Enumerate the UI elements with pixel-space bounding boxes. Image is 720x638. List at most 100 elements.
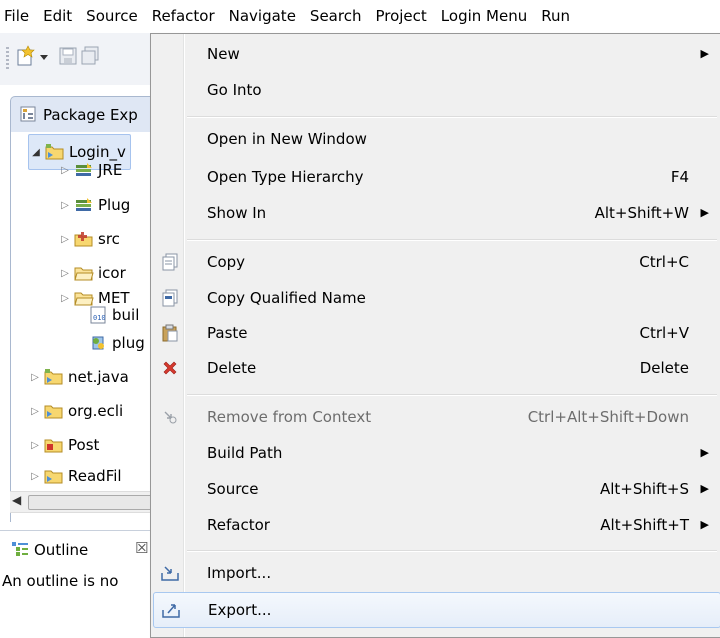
plugin-file-icon xyxy=(92,336,104,350)
tree-item-label: Post xyxy=(68,436,100,454)
menu-bar: File Edit Source Refactor Navigate Searc… xyxy=(0,0,720,32)
menu-item-shortcut: Ctrl+V xyxy=(639,324,689,342)
tree-item-project-readfile[interactable]: ▷ ReadFil xyxy=(28,459,121,493)
tree-item-project-net[interactable]: ▷ net.java xyxy=(28,360,129,394)
project-icon xyxy=(44,405,63,419)
toolbar-grip[interactable] xyxy=(6,47,9,69)
tab-package-explorer-label: Package Exp xyxy=(43,106,138,124)
tree-item-project-post[interactable]: ▷ Post xyxy=(28,428,99,462)
menu-item-label: Build Path xyxy=(207,444,283,462)
menu-navigate[interactable]: Navigate xyxy=(222,0,303,32)
source-folder-icon xyxy=(74,232,93,247)
close-icon[interactable]: ☒ xyxy=(135,539,148,557)
menu-item-label: Copy Qualified Name xyxy=(207,289,366,307)
tree-item-plugin-deps[interactable]: ▷ Plug xyxy=(58,188,130,222)
menu-item-import[interactable]: Import... xyxy=(153,556,719,590)
paste-icon xyxy=(162,324,178,342)
menu-refactor[interactable]: Refactor xyxy=(145,0,222,32)
chevron-down-icon[interactable] xyxy=(38,45,50,67)
menu-item-label: Import... xyxy=(207,564,272,582)
tab-outline[interactable]: Outline ☒ xyxy=(0,530,160,567)
delete-icon xyxy=(163,361,177,375)
save-icon[interactable] xyxy=(58,45,78,67)
menu-edit[interactable]: Edit xyxy=(36,0,79,32)
tree-item-src[interactable]: ▷ src xyxy=(58,222,120,256)
menu-item-label: Refactor xyxy=(207,516,270,534)
menu-item-open-in-new-window[interactable]: Open in New Window xyxy=(153,122,719,156)
svg-text:010: 010 xyxy=(93,314,106,322)
tab-package-explorer[interactable]: Package Exp xyxy=(10,96,162,133)
menu-separator xyxy=(187,116,717,118)
project-icon xyxy=(44,439,63,453)
menu-item-copy[interactable]: Copy Ctrl+C xyxy=(153,245,719,279)
menu-item-label: Copy xyxy=(207,253,246,271)
menu-item-shortcut: Alt+Shift+S xyxy=(599,480,689,498)
menu-item-source[interactable]: Source Alt+Shift+S ▶ xyxy=(153,472,719,506)
horizontal-scrollbar[interactable]: ◀ xyxy=(10,491,170,513)
outline-empty-message: An outline is no xyxy=(2,572,119,590)
menu-item-export[interactable]: Export... xyxy=(153,592,720,628)
import-icon xyxy=(161,566,179,581)
menu-item-label: Paste xyxy=(207,324,248,342)
tree-item-label: icor xyxy=(98,264,126,282)
menu-item-label: New xyxy=(207,45,240,63)
menu-item-label: Open in New Window xyxy=(207,130,367,148)
outline-icon xyxy=(12,542,28,556)
menu-separator xyxy=(187,239,717,241)
library-icon xyxy=(76,198,92,211)
menu-item-remove-from-context[interactable]: Remove from Context Ctrl+Alt+Shift+Down xyxy=(153,400,719,434)
menu-item-label: Go Into xyxy=(207,81,262,99)
tree-item-jre[interactable]: ▷ JRE xyxy=(58,153,122,187)
menu-item-delete[interactable]: Delete Delete xyxy=(153,351,719,385)
menu-item-paste[interactable]: Paste Ctrl+V xyxy=(153,316,719,350)
submenu-arrow-icon: ▶ xyxy=(700,47,709,60)
collapsed-twisty-icon[interactable]: ▷ xyxy=(58,268,72,279)
collapsed-twisty-icon[interactable]: ▷ xyxy=(28,372,42,383)
scroll-left-icon[interactable]: ◀ xyxy=(12,493,21,507)
expanded-twisty-icon[interactable]: ◢ xyxy=(29,147,43,158)
menu-item-show-in[interactable]: Show In Alt+Shift+W ▶ xyxy=(153,196,719,230)
menu-item-go-into[interactable]: Go Into xyxy=(153,73,719,107)
menu-search[interactable]: Search xyxy=(303,0,369,32)
menu-item-shortcut: Ctrl+C xyxy=(639,253,689,271)
menu-item-label: Export... xyxy=(208,601,272,619)
menu-item-shortcut: Alt+Shift+T xyxy=(600,516,689,534)
menu-separator xyxy=(187,394,717,396)
menu-run[interactable]: Run xyxy=(534,0,577,32)
tab-outline-label: Outline xyxy=(34,541,89,559)
collapsed-twisty-icon[interactable]: ▷ xyxy=(28,471,42,482)
submenu-arrow-icon: ▶ xyxy=(700,446,709,459)
tree-item-plugin-xml[interactable]: plug xyxy=(72,326,145,360)
collapsed-twisty-icon[interactable]: ▷ xyxy=(58,293,72,304)
context-menu: New ▶ Go Into Open in New Window Open Ty… xyxy=(150,33,720,638)
menu-item-shortcut: Delete xyxy=(639,359,689,377)
menu-item-label: Show In xyxy=(207,204,267,222)
collapsed-twisty-icon[interactable]: ▷ xyxy=(58,234,72,245)
menu-item-refactor[interactable]: Refactor Alt+Shift+T ▶ xyxy=(153,508,719,542)
menu-item-shortcut: Alt+Shift+W xyxy=(594,204,689,222)
tree-item-label: org.ecli xyxy=(68,402,124,420)
menu-file[interactable]: File xyxy=(0,0,36,32)
menu-source[interactable]: Source xyxy=(79,0,145,32)
tree-item-label: JRE xyxy=(98,161,123,179)
save-all-icon[interactable] xyxy=(80,45,100,67)
menu-login-menu[interactable]: Login Menu xyxy=(434,0,534,32)
collapsed-twisty-icon[interactable]: ▷ xyxy=(58,200,72,211)
menu-item-label: Delete xyxy=(207,359,257,377)
new-wizard-icon[interactable] xyxy=(16,45,36,67)
menu-item-open-type-hierarchy[interactable]: Open Type Hierarchy F4 xyxy=(153,160,719,194)
menu-item-new[interactable]: New ▶ xyxy=(153,37,719,71)
collapsed-twisty-icon[interactable]: ▷ xyxy=(28,440,42,451)
tree-item-label: Plug xyxy=(98,196,131,214)
menu-project[interactable]: Project xyxy=(368,0,433,32)
project-icon xyxy=(44,369,63,385)
scrollbar-thumb[interactable] xyxy=(28,495,170,510)
tree-item-label: plug xyxy=(112,334,145,352)
copy-icon xyxy=(162,253,178,271)
menu-item-shortcut: F4 xyxy=(670,168,689,186)
tree-item-project-org[interactable]: ▷ org.ecli xyxy=(28,394,123,428)
collapsed-twisty-icon[interactable]: ▷ xyxy=(28,406,42,417)
menu-item-build-path[interactable]: Build Path ▶ xyxy=(153,436,719,470)
collapsed-twisty-icon[interactable]: ▷ xyxy=(58,165,72,176)
menu-item-copy-qualified-name[interactable]: Copy Qualified Name xyxy=(153,281,719,315)
